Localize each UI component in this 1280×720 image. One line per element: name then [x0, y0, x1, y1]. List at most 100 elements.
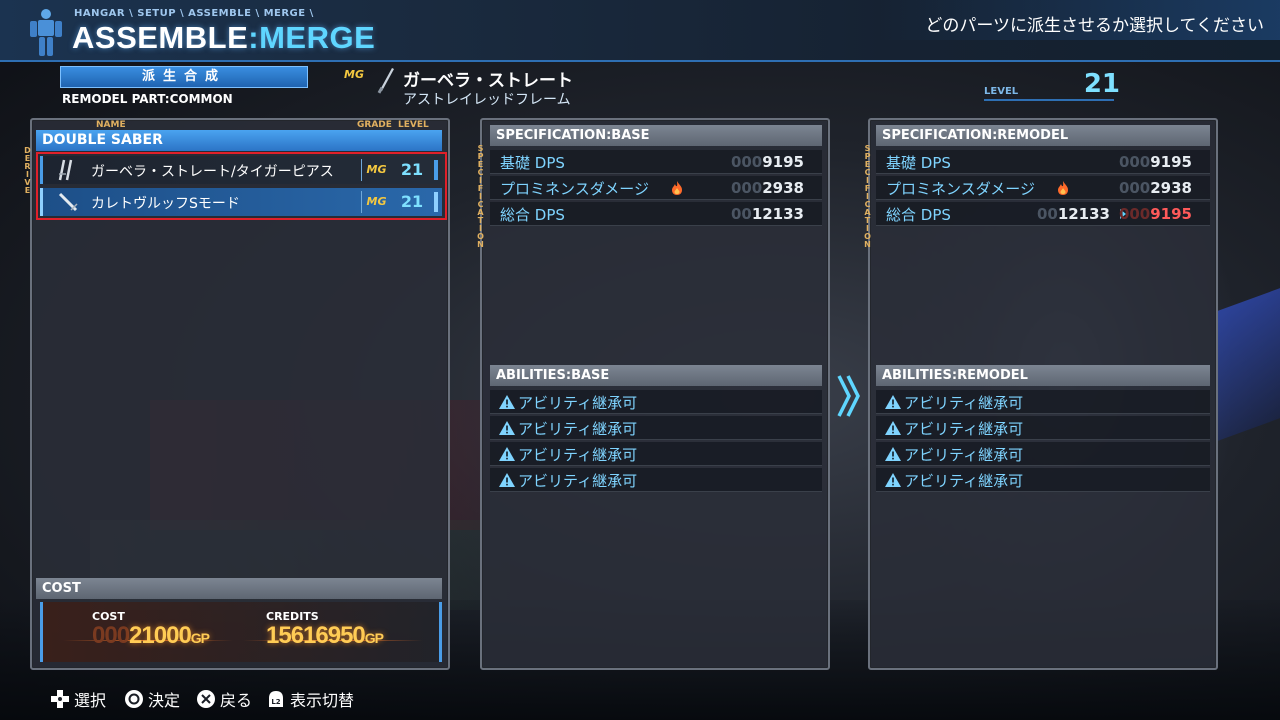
back-label: 戻る: [220, 691, 253, 710]
stat-value: 0012133: [731, 205, 804, 223]
mode-badge: 派生合成: [60, 66, 308, 88]
stat-padding: 00: [1036, 205, 1058, 223]
ability-label: アビリティ継承可: [518, 394, 638, 412]
toggle-label: 表示切替: [290, 691, 355, 710]
abilities-remodel-title: ABILITIES:REMODEL: [876, 365, 1210, 386]
warning-icon: [499, 395, 515, 409]
level-value: 21: [1083, 69, 1120, 99]
stat-padding: 00: [730, 205, 752, 223]
title-main: ASSEMBLE: [72, 20, 249, 55]
l2-key-label: L2: [271, 698, 280, 706]
ability-label: アビリティ継承可: [518, 472, 638, 490]
stat-value: 0009195: [1119, 153, 1192, 171]
ability-row: アビリティ継承可: [876, 468, 1210, 492]
warning-icon: [885, 395, 901, 409]
stat-row-base-dps: 基礎 DPS 0009195: [876, 150, 1210, 174]
ability-label: アビリティ継承可: [518, 446, 638, 464]
cross-button-icon: [197, 690, 215, 708]
back-prompt[interactable]: 戻る: [196, 688, 252, 710]
ability-label: アビリティ継承可: [518, 420, 638, 438]
dpad-icon: [51, 690, 69, 708]
title-accent: MERGE: [259, 20, 376, 55]
column-level-label: LEVEL: [398, 120, 429, 130]
ability-row: アビリティ継承可: [490, 442, 822, 466]
stat-new-number: 9195: [1150, 205, 1192, 223]
select-prompt[interactable]: 選択: [50, 688, 106, 710]
credits-value: 15616950GP: [266, 622, 384, 650]
warning-icon: [499, 421, 515, 435]
instruction-text: どのパーツに派生させるか選択してください: [925, 16, 1264, 36]
credits-amount: 15616950: [266, 622, 366, 649]
stat-label: 総合 DPS: [886, 206, 951, 224]
stat-row-base-dps: 基礎 DPS 0009195: [490, 150, 822, 174]
stat-new-padding: 000: [1118, 205, 1151, 223]
stat-padding: 000: [1118, 179, 1151, 197]
l2-button-icon: L2: [269, 691, 283, 707]
button-prompts: 選択 決定 戻る L2 表示切替: [0, 680, 1280, 720]
stat-number: 9195: [762, 153, 804, 171]
stat-label: プロミネンスダメージ: [500, 180, 649, 198]
cost-amount: 21000: [129, 622, 192, 649]
warning-icon: [499, 473, 515, 487]
ability-row: アビリティ継承可: [490, 390, 822, 414]
confirm-prompt[interactable]: 決定: [124, 688, 180, 710]
part-grade-badge: MG: [344, 68, 364, 81]
stat-label: 総合 DPS: [500, 206, 565, 224]
derive-side-tab: DERIVE: [23, 146, 32, 194]
stat-padding: 000: [730, 179, 763, 197]
stat-new-value: 0009195: [1119, 205, 1192, 223]
toggle-view-prompt[interactable]: L2 表示切替: [266, 688, 354, 710]
mech-icon: [30, 9, 62, 56]
derive-list-title: DOUBLE SABER: [36, 130, 442, 151]
spec-base-side-tab: SPECIFICATION: [476, 144, 485, 248]
level-underline: [984, 99, 1114, 101]
top-bar: HANGAR \ SETUP \ ASSEMBLE \ MERGE \ ASSE…: [0, 0, 1280, 62]
column-name-label: NAME: [96, 120, 126, 130]
column-grade-label: GRADE: [357, 120, 392, 130]
ability-label: アビリティ継承可: [904, 420, 1024, 438]
ability-row: アビリティ継承可: [876, 442, 1210, 466]
ability-row: アビリティ継承可: [876, 390, 1210, 414]
ability-row: アビリティ継承可: [490, 416, 822, 440]
stat-value: 0002938: [731, 179, 804, 197]
stat-label: 基礎 DPS: [500, 154, 565, 172]
selection-highlight-frame: [36, 152, 447, 220]
stat-number: 12133: [751, 205, 804, 223]
confirm-label: 決定: [148, 691, 181, 710]
stat-number: 9195: [1150, 153, 1192, 171]
fire-icon: [672, 181, 682, 195]
breadcrumb: HANGAR \ SETUP \ ASSEMBLE \ MERGE \: [74, 8, 314, 19]
warning-icon: [885, 473, 901, 487]
cost-padding: 000: [92, 622, 130, 649]
fire-icon: [1058, 181, 1068, 195]
stat-row-total-dps: 総合 DPS 0012133 0009195: [876, 202, 1210, 226]
spec-remodel-title: SPECIFICATION:REMODEL: [876, 125, 1210, 146]
ability-row: アビリティ継承可: [490, 468, 822, 492]
spec-remodel-side-tab: SPECIFICATION: [863, 144, 872, 248]
title-separator: :: [248, 20, 260, 55]
ability-label: アビリティ継承可: [904, 446, 1024, 464]
stat-row-prominence: プロミネンスダメージ 0002938: [876, 176, 1210, 200]
chevron-right-icon: [837, 375, 860, 417]
select-label: 選択: [74, 691, 107, 710]
warning-icon: [885, 421, 901, 435]
stat-value: 0002938: [1119, 179, 1192, 197]
stat-label: プロミネンスダメージ: [886, 180, 1035, 198]
cost-title: COST: [36, 578, 442, 599]
stat-row-total-dps: 総合 DPS 0012133: [490, 202, 822, 226]
stat-label: 基礎 DPS: [886, 154, 951, 172]
cost-value: 00021000GP: [92, 622, 210, 650]
ability-label: アビリティ継承可: [904, 394, 1024, 412]
background-mech-wing: [1215, 288, 1280, 442]
spec-base-title: SPECIFICATION:BASE: [490, 125, 822, 146]
stat-number: 2938: [762, 179, 804, 197]
stat-row-prominence: プロミネンスダメージ 0002938: [490, 176, 822, 200]
cost-unit: GP: [190, 630, 210, 646]
ability-label: アビリティ継承可: [904, 472, 1024, 490]
saber-icon: [377, 68, 394, 94]
level-label: LEVEL: [984, 86, 1019, 97]
part-name: ガーベラ・ストレート: [403, 71, 573, 91]
warning-icon: [885, 447, 901, 461]
stat-padding: 000: [1118, 153, 1151, 171]
stat-padding: 000: [730, 153, 763, 171]
